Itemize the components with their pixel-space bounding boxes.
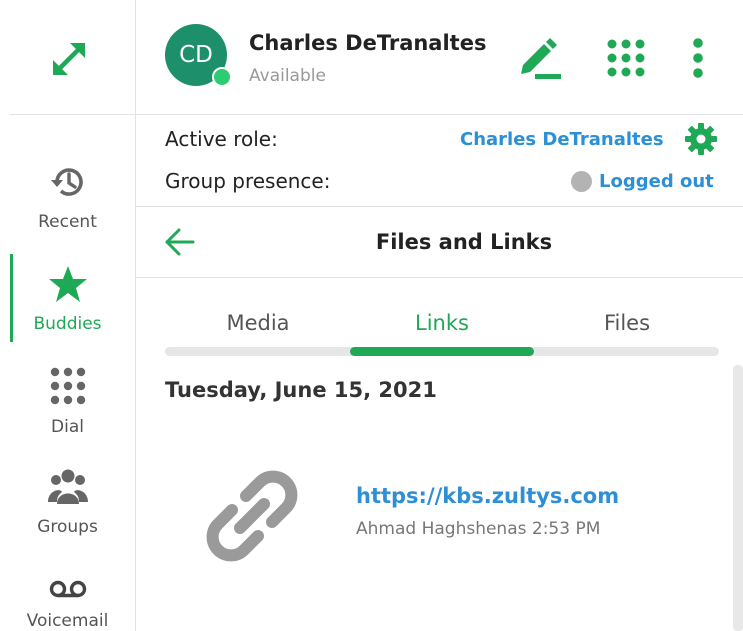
sidebar-item-dial[interactable]: Dial (0, 366, 135, 437)
group-presence-label: Group presence: (165, 169, 331, 193)
gear-icon[interactable] (684, 122, 718, 160)
user-header: CD Charles DeTranaltes Available (136, 0, 743, 115)
sidebar: Recent Buddies Dial Groups Voicemail (0, 0, 136, 631)
tab-links[interactable]: Links (350, 311, 534, 335)
dialpad-icon (0, 366, 135, 411)
tab-media[interactable]: Media (166, 311, 350, 335)
active-role-value[interactable]: Charles DeTranaltes (460, 129, 664, 150)
sidebar-item-label: Recent (38, 212, 97, 232)
link-url[interactable]: https://kbs.zultys.com (356, 484, 619, 508)
panel-header: Files and Links (136, 207, 743, 278)
voicemail-icon (0, 578, 135, 605)
sidebar-item-label: Buddies (33, 314, 102, 334)
sidebar-item-label: Groups (37, 517, 98, 537)
panel-title: Files and Links (375, 230, 553, 254)
presence-status-dot (212, 67, 232, 87)
history-icon (0, 163, 135, 206)
more-vertical-icon[interactable] (691, 38, 705, 82)
star-icon (0, 265, 135, 308)
link-icon (202, 466, 302, 570)
sidebar-item-label: Voicemail (26, 611, 109, 631)
expand-arrows-icon[interactable] (48, 38, 90, 80)
tab-files[interactable]: Files (535, 311, 719, 335)
role-section: Active role: Charles DeTranaltes Group p… (136, 115, 743, 207)
edit-icon[interactable] (515, 38, 563, 84)
sidebar-item-recent[interactable]: Recent (0, 163, 135, 232)
presence-dot (571, 171, 592, 192)
user-status[interactable]: Available (249, 66, 326, 86)
sidebar-item-buddies[interactable]: Buddies (0, 265, 135, 334)
sidebar-item-groups[interactable]: Groups (0, 468, 135, 537)
groups-icon (0, 468, 135, 511)
sidebar-divider (10, 114, 135, 115)
group-presence-value[interactable]: Logged out (599, 171, 714, 192)
date-heading: Tuesday, June 15, 2021 (165, 378, 437, 402)
link-meta: Ahmad Haghshenas 2:53 PM (356, 519, 601, 539)
active-role-label: Active role: (165, 127, 278, 151)
sidebar-item-label: Dial (51, 417, 84, 437)
scrollbar[interactable] (733, 365, 743, 631)
apps-grid-icon[interactable] (606, 38, 646, 82)
sidebar-item-voicemail[interactable]: Voicemail (0, 578, 135, 631)
user-name: Charles DeTranaltes (249, 31, 487, 55)
active-tab-indicator (350, 347, 534, 356)
